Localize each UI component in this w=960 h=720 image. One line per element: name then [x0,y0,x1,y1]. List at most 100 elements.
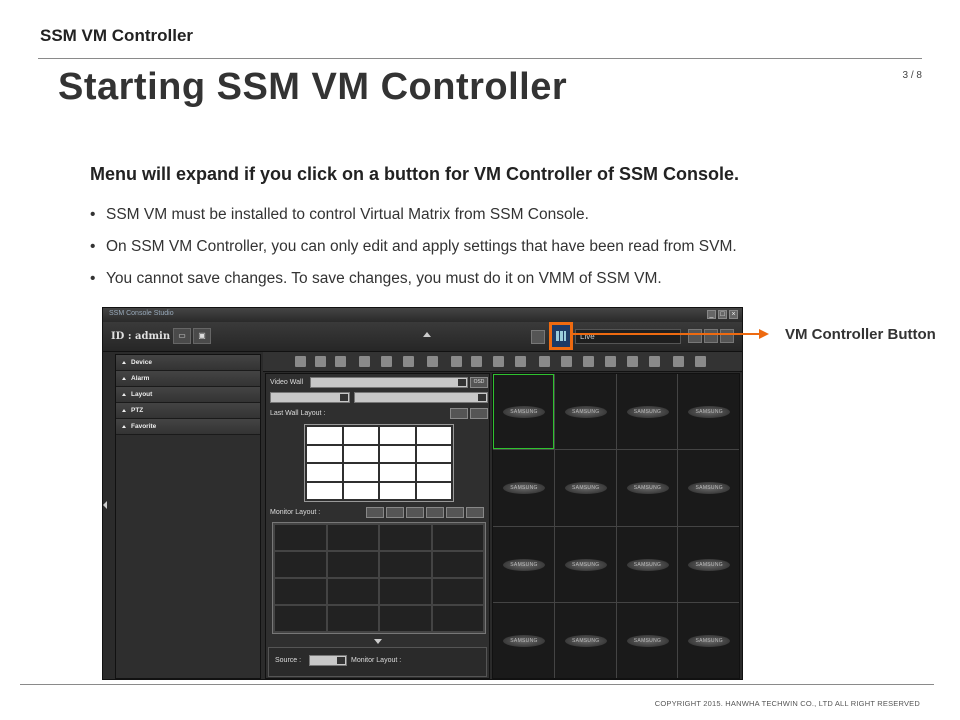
bullet-item: SSM VM must be installed to control Virt… [90,206,737,224]
layout-icon[interactable] [315,356,326,367]
callout-arrow-head [759,329,769,339]
wall-layout-btn-2[interactable] [470,408,488,419]
video-cell[interactable]: SAMSUNG [616,374,678,450]
sidebar-item-device[interactable]: Device [116,355,260,371]
window-controls: _ □ × [707,310,738,319]
samsung-logo: SAMSUNG [688,406,731,418]
minimize-icon[interactable]: _ [707,310,716,319]
zoom-in-icon[interactable] [605,356,616,367]
source-label: Source : [275,657,302,664]
video-cell[interactable]: SAMSUNG [616,602,678,678]
video-cell[interactable]: SAMSUNG [616,450,678,526]
gear-icon[interactable] [704,329,718,343]
video-cell[interactable]: SAMSUNG [678,450,739,526]
video-cell[interactable]: SAMSUNG [554,374,616,450]
source-combo[interactable] [309,655,347,666]
monitor-layout-label-2: Monitor Layout : [351,657,402,664]
lock-icon-button[interactable]: ▣ [193,328,211,344]
right-toolbar-icons [688,329,734,343]
copy-icon[interactable] [381,356,392,367]
layout-2-icon[interactable] [403,356,414,367]
callout-label: VM Controller Button [785,326,936,343]
video-cell[interactable]: SAMSUNG [493,450,554,526]
sidebar-item-layout[interactable]: Layout [116,387,260,403]
video-cell[interactable]: SAMSUNG [678,526,739,602]
caret-icon [122,392,126,396]
video-cell[interactable]: SAMSUNG [678,374,739,450]
video-cell[interactable]: SAMSUNG [493,602,554,678]
monitor-layout-grid[interactable] [272,522,486,634]
ptz-icon[interactable] [561,356,572,367]
grid-icon[interactable] [359,356,370,367]
user-toolbar: ID : admin ▭ ▣ Live [103,322,742,352]
side-collapse-arrow[interactable] [103,501,107,509]
alarm-icon[interactable] [427,356,438,367]
person-icon[interactable] [583,356,594,367]
monitor-layout-label: Monitor Layout : [270,509,321,516]
zoom-out-icon[interactable] [627,356,638,367]
video-grid: SAMSUNG SAMSUNG SAMSUNG SAMSUNG SAMSUNG … [492,373,740,679]
zoom-reset-icon[interactable] [649,356,660,367]
video-cell[interactable]: SAMSUNG [554,602,616,678]
wall-layout-btn-1[interactable] [450,408,468,419]
live-combo[interactable]: Live [575,329,681,344]
maximize-icon[interactable]: □ [718,310,727,319]
samsung-logo: SAMSUNG [503,634,545,647]
help-icon[interactable] [720,329,734,343]
monitor-layout-btn-5[interactable] [446,507,464,518]
expand-down-icon[interactable] [374,639,382,644]
fullscreen-icon[interactable] [295,356,306,367]
screen-icon[interactable] [515,356,526,367]
user-id-label: ID : admin [111,331,171,342]
sidebar-item-ptz[interactable]: PTZ [116,403,260,419]
sidebar-item-alarm[interactable]: Alarm [116,371,260,387]
layout-tool-icon[interactable] [531,330,545,344]
caret-icon [122,360,126,364]
osd-button[interactable]: OSD [470,377,488,388]
samsung-logo: SAMSUNG [564,482,607,495]
last-wall-layout-label: Last Wall Layout : [270,410,326,417]
video-cell[interactable]: SAMSUNG [678,602,739,678]
secondary-combo-2[interactable] [354,392,488,403]
view-toolbar [263,352,742,372]
monitor-layout-btn-4[interactable] [426,507,444,518]
caret-icon [122,408,126,412]
samsung-logo: SAMSUNG [626,482,669,495]
monitor-layout-btn-1[interactable] [366,507,384,518]
samsung-logo: SAMSUNG [503,482,545,495]
collapse-up-icon[interactable] [423,332,431,337]
source-box: Source : Monitor Layout : [268,647,487,677]
slide-header: SSM VM Controller [40,26,194,45]
video-cell[interactable]: SAMSUNG [554,526,616,602]
video-cell[interactable]: SAMSUNG [493,374,554,450]
monitor-layout-btn-3[interactable] [406,507,424,518]
sidebar-item-favorite[interactable]: Favorite [116,419,260,435]
audio-icon[interactable] [539,356,550,367]
brightness-icon[interactable] [673,356,684,367]
samsung-logo: SAMSUNG [626,634,669,647]
record-icon[interactable] [493,356,504,367]
lead-text: Menu will expand if you click on a butto… [90,164,740,184]
vm-controller-panel: Video Wall OSD Last Wall Layout : Monito… [265,373,490,679]
samsung-logo: SAMSUNG [564,634,607,647]
camera-icon[interactable] [451,356,462,367]
split-icon[interactable] [335,356,346,367]
close-icon[interactable]: × [729,310,738,319]
vm-controller-button[interactable] [549,322,573,350]
video-cell[interactable]: SAMSUNG [616,526,678,602]
copyright: COPYRIGHT 2015. HANWHA TECHWIN CO., LTD … [654,699,920,708]
camera-icon[interactable] [688,329,702,343]
video-cell[interactable]: SAMSUNG [493,526,554,602]
video-wall-combo[interactable] [310,377,468,388]
contrast-icon[interactable] [695,356,706,367]
folder-icon-button[interactable]: ▭ [173,328,191,344]
secondary-combo-1[interactable] [270,392,350,403]
monitor-layout-btn-6[interactable] [466,507,484,518]
slide-title: Starting SSM VM Controller [58,66,568,108]
monitor-layout-btn-2[interactable] [386,507,404,518]
samsung-logo: SAMSUNG [626,406,669,418]
video-cell[interactable]: SAMSUNG [554,450,616,526]
wall-layout-grid[interactable] [304,424,454,502]
print-icon[interactable] [471,356,482,367]
samsung-logo: SAMSUNG [688,558,731,571]
